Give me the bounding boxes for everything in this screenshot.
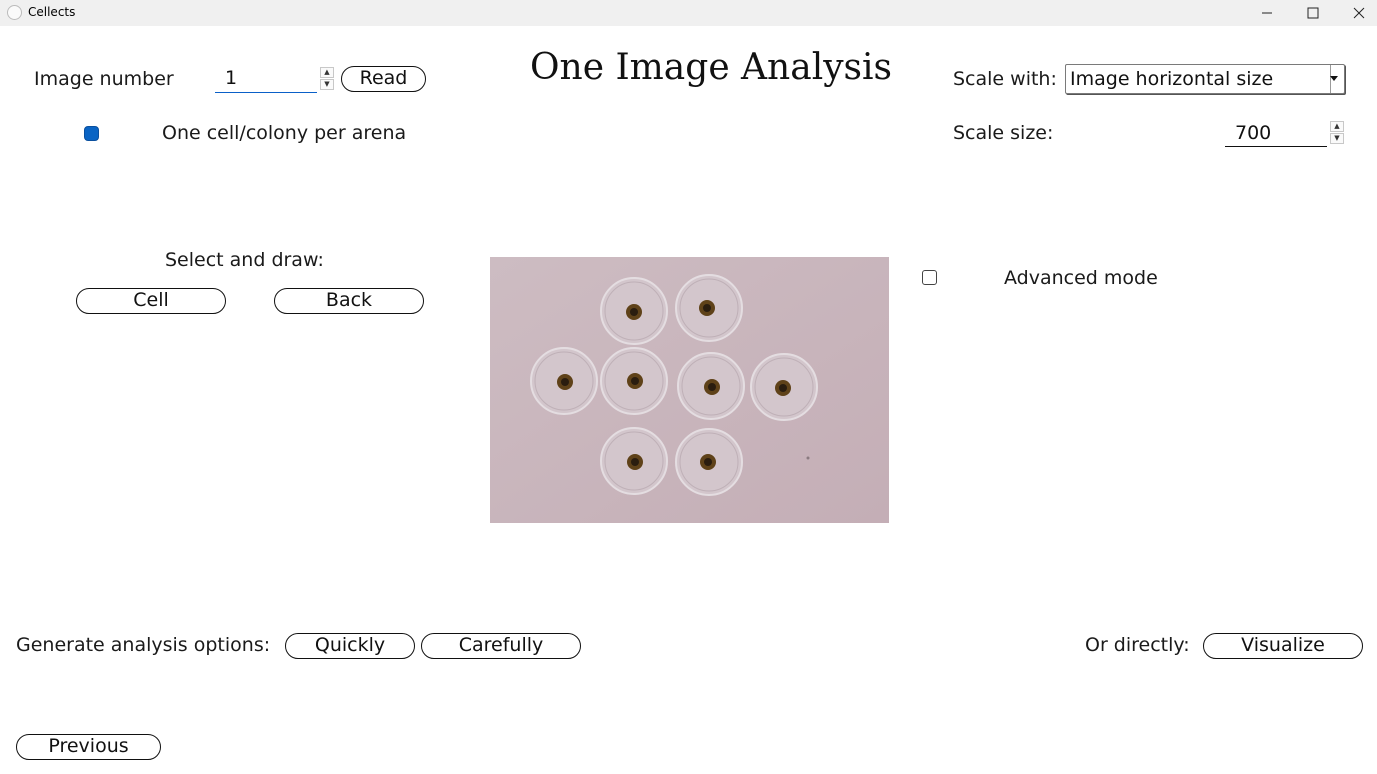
or-directly-label: Or directly: [1085, 634, 1190, 656]
carefully-button[interactable]: Carefully [421, 633, 581, 659]
maximize-button[interactable] [1290, 0, 1336, 26]
generate-options-label: Generate analysis options: [16, 634, 271, 656]
back-button[interactable]: Back [274, 288, 424, 314]
app-icon [7, 5, 22, 20]
advanced-mode-checkbox[interactable] [922, 270, 937, 285]
window-title: Cellects [28, 5, 76, 19]
scale-with-select[interactable]: Image horizontal size [1065, 64, 1345, 94]
scale-with-label: Scale with: [953, 68, 1057, 90]
advanced-mode-label: Advanced mode [1004, 267, 1158, 289]
petri-dish [600, 347, 668, 415]
analysis-image-preview[interactable] [490, 257, 889, 523]
minimize-button[interactable] [1244, 0, 1290, 26]
petri-dish [675, 428, 743, 496]
maximize-icon [1307, 7, 1319, 19]
close-icon [1353, 7, 1365, 19]
title-bar: Cellects [0, 0, 1377, 26]
minimize-icon [1262, 12, 1272, 14]
scale-size-label: Scale size: [953, 122, 1054, 144]
petri-dish [677, 352, 745, 420]
scale-with-value: Image horizontal size [1070, 68, 1274, 90]
visualize-button[interactable]: Visualize [1203, 633, 1363, 659]
stepper-up-icon[interactable]: ▲ [1330, 121, 1344, 132]
petri-dish [750, 353, 818, 421]
scale-size-input[interactable]: 700 [1225, 120, 1327, 147]
petri-dish [530, 347, 598, 415]
scale-size-stepper[interactable]: ▲ ▼ [1330, 121, 1344, 144]
quickly-button[interactable]: Quickly [285, 633, 415, 659]
read-button[interactable]: Read [341, 66, 426, 92]
chevron-down-icon [1330, 76, 1338, 81]
image-number-input[interactable]: 1 [215, 65, 317, 93]
stepper-down-icon[interactable]: ▼ [1330, 133, 1344, 144]
petri-dish [600, 427, 668, 495]
close-button[interactable] [1336, 0, 1377, 26]
debris-speck [806, 456, 810, 460]
stepper-down-icon[interactable]: ▼ [320, 79, 334, 90]
previous-button[interactable]: Previous [16, 734, 161, 760]
stepper-up-icon[interactable]: ▲ [320, 67, 334, 78]
petri-dish [675, 274, 743, 342]
page-title: One Image Analysis [530, 47, 893, 88]
cell-button[interactable]: Cell [76, 288, 226, 314]
one-cell-toggle[interactable] [84, 126, 99, 141]
one-cell-label: One cell/colony per arena [162, 122, 407, 144]
image-number-stepper[interactable]: ▲ ▼ [320, 67, 334, 90]
petri-dish [600, 277, 668, 345]
select-draw-label: Select and draw: [165, 249, 324, 271]
image-number-label: Image number [34, 68, 174, 90]
